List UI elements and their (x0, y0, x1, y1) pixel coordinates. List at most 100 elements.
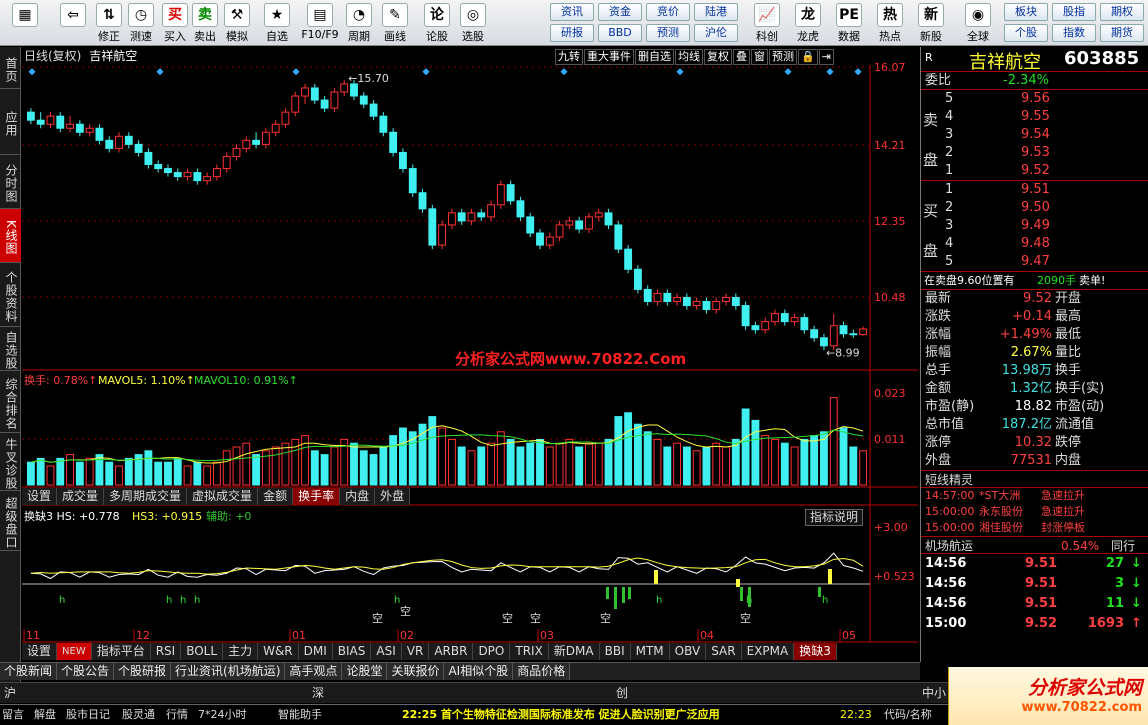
indicator-tab-19[interactable]: EXPMA (741, 643, 795, 660)
buy-row-4[interactable]: 5 9.47 (921, 253, 1148, 271)
leftbar-item-2[interactable]: 分时图 (0, 155, 21, 209)
indicator-tab-8[interactable]: BIAS (332, 643, 372, 660)
buy-row-3[interactable]: 4 9.48 (921, 235, 1148, 253)
status-code-label[interactable]: 代码/名称 (884, 705, 932, 725)
toolbar-far-2-button[interactable]: 期权 (1100, 3, 1144, 21)
volume-tab-4[interactable]: 金额 (258, 488, 294, 505)
leftbar-item-5[interactable]: 自选股 (0, 327, 21, 371)
indicator-tab-6[interactable]: W&R (258, 643, 299, 660)
chart-button[interactable]: 📈 科创 (748, 2, 786, 44)
leftbar-item-4[interactable]: 个股资料 (0, 263, 21, 327)
market-zx[interactable]: 中小 (922, 683, 946, 703)
volume-tab-5[interactable]: 换手率 (293, 488, 341, 505)
toolbar-far-0-button[interactable]: 板块 (1004, 3, 1048, 21)
pe-button[interactable]: PE 数据 (830, 2, 868, 44)
toolbar-far-1-button[interactable]: 股指 (1052, 3, 1096, 21)
status-item-2[interactable]: 股市日记 (66, 705, 110, 725)
indicator-tab-10[interactable]: VR (401, 643, 430, 660)
bottom-tab-7[interactable]: AI相似个股 (444, 663, 514, 680)
indicator-tab-18[interactable]: SAR (706, 643, 742, 660)
indicator-tab-2[interactable]: 指标平台 (91, 643, 151, 660)
sector-row[interactable]: 机场航运 0.54% 同行 (921, 536, 1148, 554)
leftbar-item-0[interactable]: 首页 (0, 47, 21, 89)
grid-button[interactable]: ▦ (8, 2, 42, 44)
clock-button[interactable]: ◷ 测速 (124, 2, 158, 44)
pencil-button[interactable]: ✎ 画线 (378, 2, 412, 44)
status-item-6[interactable]: 智能助手 (278, 705, 322, 725)
cycle-button[interactable]: ◔ 周期 (342, 2, 376, 44)
buy-row-0[interactable]: 1 9.51 (921, 181, 1148, 199)
sell-row-3[interactable]: 2 9.53 (921, 144, 1148, 162)
indicator-help-button[interactable]: 指标说明 (805, 509, 864, 526)
leftbar-item-8[interactable]: 超级盘口 (0, 491, 21, 551)
volume-tab-3[interactable]: 虚拟成交量 (187, 488, 259, 505)
indicator-tab-9[interactable]: ASI (371, 643, 402, 660)
news-item-1[interactable]: 15:00:00 永东股份 急速拉升 (921, 504, 1148, 520)
indicator-tab-3[interactable]: RSI (150, 643, 182, 660)
sell-row-2[interactable]: 3 9.54 (921, 126, 1148, 144)
indicator-tab-20[interactable]: 换缺3 (794, 643, 837, 660)
bottom-tab-4[interactable]: 高手观点 (285, 663, 343, 680)
toolbar-5-button[interactable]: BBD (598, 24, 642, 42)
market-cy[interactable]: 创 (616, 683, 628, 703)
star-button[interactable]: ★ 自选 (260, 2, 294, 44)
status-item-0[interactable]: 留言 (2, 705, 24, 725)
indicator-tab-4[interactable]: BOLL (181, 643, 224, 660)
bottom-tab-3[interactable]: 行业资讯(机场航运) (171, 663, 286, 680)
bottom-tab-2[interactable]: 个股研报 (114, 663, 172, 680)
up-down-button[interactable]: ⇅ 修正 (92, 2, 126, 44)
toolbar-0-button[interactable]: 资讯 (550, 3, 594, 21)
filter-button[interactable]: ◎ 选股 (456, 2, 490, 44)
globe-button[interactable]: ◉ 全球 (958, 2, 998, 44)
leftbar-item-3[interactable]: K线图 (0, 209, 21, 263)
toolbar-far-4-button[interactable]: 指数 (1052, 24, 1096, 42)
leftbar-item-6[interactable]: 综合排名 (0, 371, 21, 433)
leftbar-item-7[interactable]: 牛叉诊股 (0, 433, 21, 491)
talk-button[interactable]: 论论股 (420, 2, 454, 44)
news-item-2[interactable]: 15:00:00 湘佳股份 封涨停板 (921, 520, 1148, 536)
indicator-tab-14[interactable]: 新DMA (548, 643, 600, 660)
volume-tab-2[interactable]: 多周期成交量 (104, 488, 188, 505)
leftbar-item-1[interactable]: 应用 (0, 89, 21, 155)
volume-tab-0[interactable]: 设置 (22, 488, 58, 505)
indicator-tab-17[interactable]: OBV (669, 643, 707, 660)
toolbar-2-button[interactable]: 竞价 (646, 3, 690, 21)
hammer-button[interactable]: ⚒ 模拟 (220, 2, 254, 44)
toolbar-4-button[interactable]: 研报 (550, 24, 594, 42)
status-item-4[interactable]: 行情 (166, 705, 188, 725)
bottom-tab-0[interactable]: 个股新闻 (0, 663, 58, 680)
toolbar-6-button[interactable]: 预测 (646, 24, 690, 42)
indicator-tab-11[interactable]: ARBR (429, 643, 474, 660)
sell-row-0[interactable]: 5 9.56 (921, 90, 1148, 108)
indicator-tab-12[interactable]: DPO (473, 643, 511, 660)
indicator-tab-7[interactable]: DMI (298, 643, 333, 660)
toolbar-far-5-button[interactable]: 期货 (1100, 24, 1144, 42)
dragon-button[interactable]: 龙龙虎 (789, 2, 827, 44)
indicator-tab-5[interactable]: 主力 (223, 643, 259, 660)
volume-tab-1[interactable]: 成交量 (57, 488, 105, 505)
toolbar-3-button[interactable]: 陆港 (694, 3, 738, 21)
toolbar-1-button[interactable]: 资金 (598, 3, 642, 21)
back-button[interactable]: ⇦ (56, 2, 90, 44)
toolbar-far-3-button[interactable]: 个股 (1004, 24, 1048, 42)
bottom-tab-1[interactable]: 个股公告 (57, 663, 115, 680)
buy-row-1[interactable]: 2 9.50 (921, 199, 1148, 217)
sell-row-1[interactable]: 4 9.55 (921, 108, 1148, 126)
bottom-tab-8[interactable]: 商品价格 (513, 663, 571, 680)
toolbar-7-button[interactable]: 沪伦 (694, 24, 738, 42)
buy-button[interactable]: 买买入 (158, 2, 192, 44)
indicator-tab-15[interactable]: BBI (599, 643, 631, 660)
news-item-0[interactable]: 14:57:00 *ST大洲 急速拉升 (921, 488, 1148, 504)
bottom-tab-6[interactable]: 关联报价 (387, 663, 445, 680)
market-sh[interactable]: 沪 (4, 683, 16, 703)
indicator-tab-0[interactable]: 设置 (22, 643, 58, 660)
status-item-1[interactable]: 解盘 (34, 705, 56, 725)
sell-button[interactable]: 卖卖出 (188, 2, 222, 44)
bottom-tab-5[interactable]: 论股堂 (342, 663, 388, 680)
indicator-tab-1[interactable]: NEW (57, 643, 92, 660)
market-sz[interactable]: 深 (312, 683, 324, 703)
ipo-button[interactable]: 新新股 (912, 2, 950, 44)
f10-button[interactable]: ▤ F10/F9 (298, 2, 342, 44)
hot-button[interactable]: 热热点 (871, 2, 909, 44)
indicator-tab-13[interactable]: TRIX (510, 643, 549, 660)
